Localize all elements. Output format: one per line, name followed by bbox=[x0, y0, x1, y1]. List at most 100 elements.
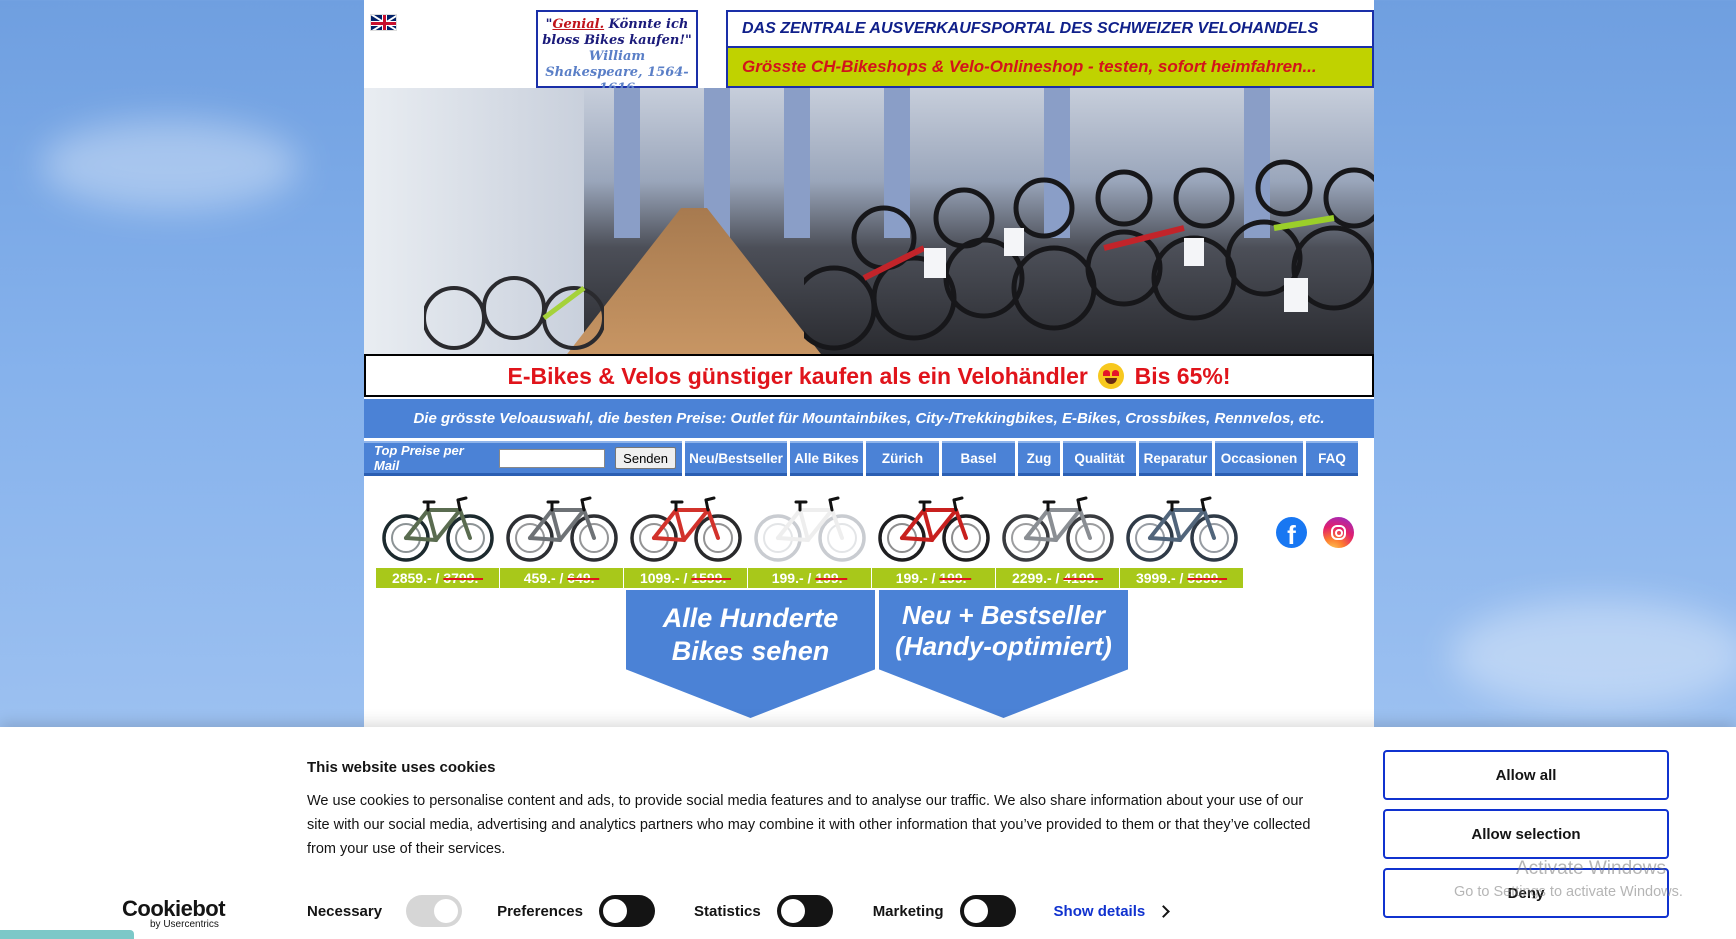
bike-offer[interactable]: 2299.- / 4199.- bbox=[996, 486, 1120, 590]
nav-item-alle-bikes[interactable]: Alle Bikes bbox=[790, 441, 863, 476]
bike-image bbox=[754, 496, 866, 562]
hero-shop-photo bbox=[364, 88, 1374, 354]
toggle-label-marketing: Marketing bbox=[872, 902, 944, 920]
bike-offer[interactable]: 199.- / 199.- bbox=[748, 486, 872, 590]
promo-text: E-Bikes & Velos günstiger kaufen als ein… bbox=[507, 363, 1088, 389]
current-price: 2859.- bbox=[391, 570, 432, 586]
current-price: 199.- bbox=[895, 570, 928, 586]
old-price: 199.- bbox=[815, 570, 848, 586]
bike-offers: 2859.- / 3799.- 459.- / 649.- 1099.- / 1… bbox=[376, 486, 1246, 590]
price-separator: / bbox=[927, 570, 940, 586]
newsletter-signup: Top Preise per Mail Senden bbox=[364, 441, 682, 476]
language-switch-label[interactable]: Switch to English bbox=[401, 15, 501, 29]
chevron-right-icon bbox=[1157, 904, 1171, 918]
tagline-bar: Die grösste Veloauswahl, die besten Prei… bbox=[364, 399, 1374, 438]
current-price: 3999.- bbox=[1135, 570, 1176, 586]
current-price: 2299.- bbox=[1011, 570, 1052, 586]
windows-activation-hint: Go to Settings to activate Windows. bbox=[1454, 884, 1683, 900]
promo-discount: Bis 65%! bbox=[1134, 363, 1231, 389]
background-cloud bbox=[1450, 600, 1736, 710]
toggle-label-preferences: Preferences bbox=[497, 902, 583, 920]
cookie-consent-banner: This website uses cookies We use cookies… bbox=[0, 727, 1736, 939]
bike-image bbox=[878, 496, 990, 562]
bike-price: 3999.- / 5990.- bbox=[1120, 568, 1243, 588]
price-separator: / bbox=[803, 570, 816, 586]
newsletter-send-button[interactable]: Senden bbox=[615, 447, 676, 469]
all-bikes-button-line1: Alle Hunderte bbox=[662, 603, 839, 633]
bike-offer[interactable]: 459.- / 649.- bbox=[500, 486, 624, 590]
current-price: 459.- bbox=[523, 570, 556, 586]
newsletter-label: Top Preise per Mail bbox=[374, 443, 464, 473]
bike-price: 2299.- / 4199.- bbox=[996, 568, 1119, 588]
bike-image bbox=[382, 496, 494, 562]
nav-item-faq[interactable]: FAQ bbox=[1306, 441, 1358, 476]
instagram-icon[interactable] bbox=[1323, 517, 1354, 548]
bike-offer[interactable]: 199.- / 199.- bbox=[872, 486, 996, 590]
nav-item-zuerich[interactable]: Zürich bbox=[866, 441, 939, 476]
bike-image bbox=[630, 496, 742, 562]
price-separator: / bbox=[1175, 570, 1188, 586]
cookiebot-logo-sub: by Usercentrics bbox=[150, 919, 219, 930]
header-banner-subtitle: Grösste CH-Bikeshops & Velo-Onlineshop -… bbox=[726, 48, 1374, 88]
new-bestseller-button-line1: Neu + Bestseller bbox=[901, 600, 1106, 630]
show-details-link[interactable]: Show details bbox=[1053, 902, 1171, 920]
bike-offer[interactable]: 1099.- / 1599.- bbox=[624, 486, 748, 590]
price-separator: / bbox=[555, 570, 568, 586]
price-separator: / bbox=[679, 570, 692, 586]
status-bar bbox=[0, 930, 134, 939]
old-price: 3799.- bbox=[443, 570, 484, 586]
nav-item-qualitaet[interactable]: Qualität bbox=[1063, 441, 1136, 476]
cookie-description: We use cookies to personalise content an… bbox=[307, 793, 1311, 857]
quote-highlight: Genial. bbox=[552, 17, 605, 32]
bike-price: 199.- / 199.- bbox=[872, 568, 995, 588]
old-price: 649.- bbox=[567, 570, 600, 586]
cookie-title: This website uses cookies bbox=[307, 759, 496, 776]
facebook-icon[interactable]: f bbox=[1276, 517, 1307, 548]
old-price: 1599.- bbox=[691, 570, 732, 586]
nav-item-zug[interactable]: Zug bbox=[1018, 441, 1060, 476]
language-switch[interactable]: Switch to English bbox=[370, 12, 501, 32]
statistics-toggle[interactable] bbox=[776, 895, 833, 927]
windows-activation-watermark: Activate Windows bbox=[1516, 858, 1666, 879]
star-struck-emoji-icon bbox=[1098, 363, 1125, 389]
bike-image bbox=[1002, 496, 1114, 562]
nav-item-reparatur[interactable]: Reparatur bbox=[1139, 441, 1212, 476]
all-bikes-button[interactable]: Alle Hunderte Bikes sehen bbox=[626, 590, 875, 718]
cookiebot-logo: Cookiebot by Usercentrics bbox=[122, 896, 226, 930]
old-price: 4199.- bbox=[1063, 570, 1104, 586]
allow-selection-button[interactable]: Allow selection bbox=[1383, 809, 1669, 859]
nav-item-neu-bestseller[interactable]: Neu/Bestseller bbox=[685, 441, 787, 476]
bike-price: 2859.- / 3799.- bbox=[376, 568, 499, 588]
uk-flag-icon bbox=[370, 13, 397, 31]
current-price: 199.- bbox=[771, 570, 804, 586]
preferences-toggle[interactable] bbox=[598, 895, 655, 927]
toggle-label-necessary: Necessary bbox=[307, 902, 383, 920]
toggle-label-statistics: Statistics bbox=[693, 902, 761, 920]
bike-price: 459.- / 649.- bbox=[500, 568, 623, 588]
bike-image bbox=[1126, 496, 1238, 562]
nav-item-basel[interactable]: Basel bbox=[942, 441, 1015, 476]
price-separator: / bbox=[431, 570, 444, 586]
price-separator: / bbox=[1051, 570, 1064, 586]
bike-offer[interactable]: 2859.- / 3799.- bbox=[376, 486, 500, 590]
allow-all-button[interactable]: Allow all bbox=[1383, 750, 1669, 800]
site-container: Switch to English "Genial. Könnte ich bl… bbox=[364, 0, 1374, 727]
shakespeare-quote: "Genial. Könnte ich bloss Bikes kaufen!"… bbox=[536, 10, 698, 96]
current-price: 1099.- bbox=[639, 570, 680, 586]
nav-item-occasionen[interactable]: Occasionen bbox=[1215, 441, 1303, 476]
necessary-toggle bbox=[406, 895, 463, 927]
bike-price: 1099.- / 1599.- bbox=[624, 568, 747, 588]
bike-price: 199.- / 199.- bbox=[748, 568, 871, 588]
show-details-label: Show details bbox=[1053, 902, 1146, 920]
newsletter-email-input[interactable] bbox=[499, 448, 606, 468]
old-price: 199.- bbox=[939, 570, 972, 586]
cookie-category-toggles: Necessary Preferences Statistics Marketi… bbox=[307, 895, 1171, 927]
promo-banner: E-Bikes & Velos günstiger kaufen als ein… bbox=[364, 354, 1374, 397]
header-banner-title: DAS ZENTRALE AUSVERKAUFSPORTAL DES SCHWE… bbox=[726, 10, 1374, 48]
new-bestseller-button[interactable]: Neu + Bestseller (Handy-optimiert) bbox=[879, 590, 1128, 718]
new-bestseller-button-line2: (Handy-optimiert) bbox=[895, 631, 1112, 661]
main-navigation: Top Preise per Mail Senden Neu/Bestselle… bbox=[364, 441, 1374, 476]
marketing-toggle[interactable] bbox=[959, 895, 1016, 927]
bike-offer[interactable]: 3999.- / 5990.- bbox=[1120, 486, 1244, 590]
background-cloud bbox=[40, 120, 300, 210]
